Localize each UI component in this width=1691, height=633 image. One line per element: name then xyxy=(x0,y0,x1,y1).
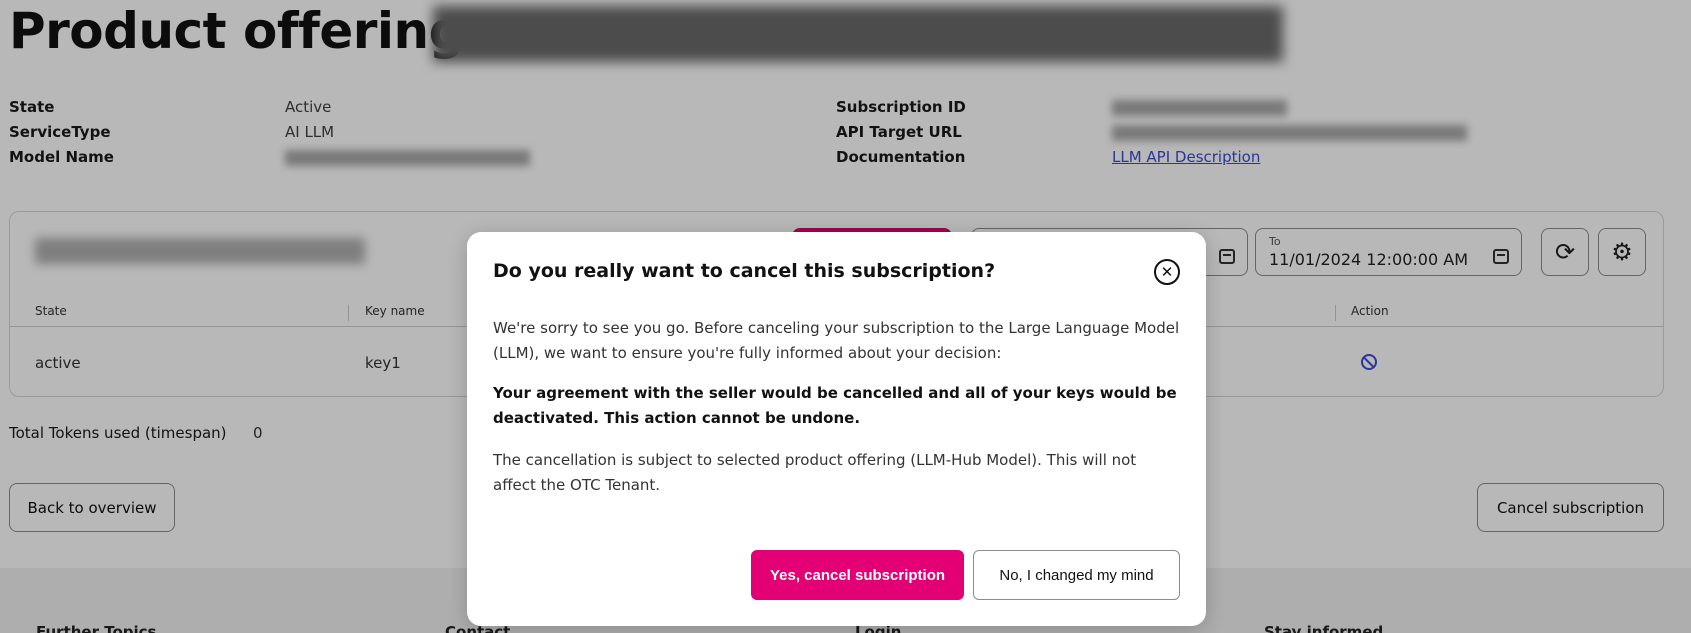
page: Product offering: State ServiceType Mode… xyxy=(0,0,1691,633)
dialog-paragraph-warning: Your agreement with the seller would be … xyxy=(493,384,1177,427)
keep-subscription-button[interactable]: No, I changed my mind xyxy=(973,550,1180,600)
dialog-title: Do you really want to cancel this subscr… xyxy=(493,260,996,282)
dialog-paragraph-note: The cancellation is subject to selected … xyxy=(493,451,1137,494)
close-icon[interactable]: ✕ xyxy=(1154,259,1180,285)
dialog-paragraph-intro: We're sorry to see you go. Before cancel… xyxy=(493,319,1180,362)
confirm-cancel-button[interactable]: Yes, cancel subscription xyxy=(751,550,964,600)
cancel-subscription-dialog: Do you really want to cancel this subscr… xyxy=(467,232,1206,626)
